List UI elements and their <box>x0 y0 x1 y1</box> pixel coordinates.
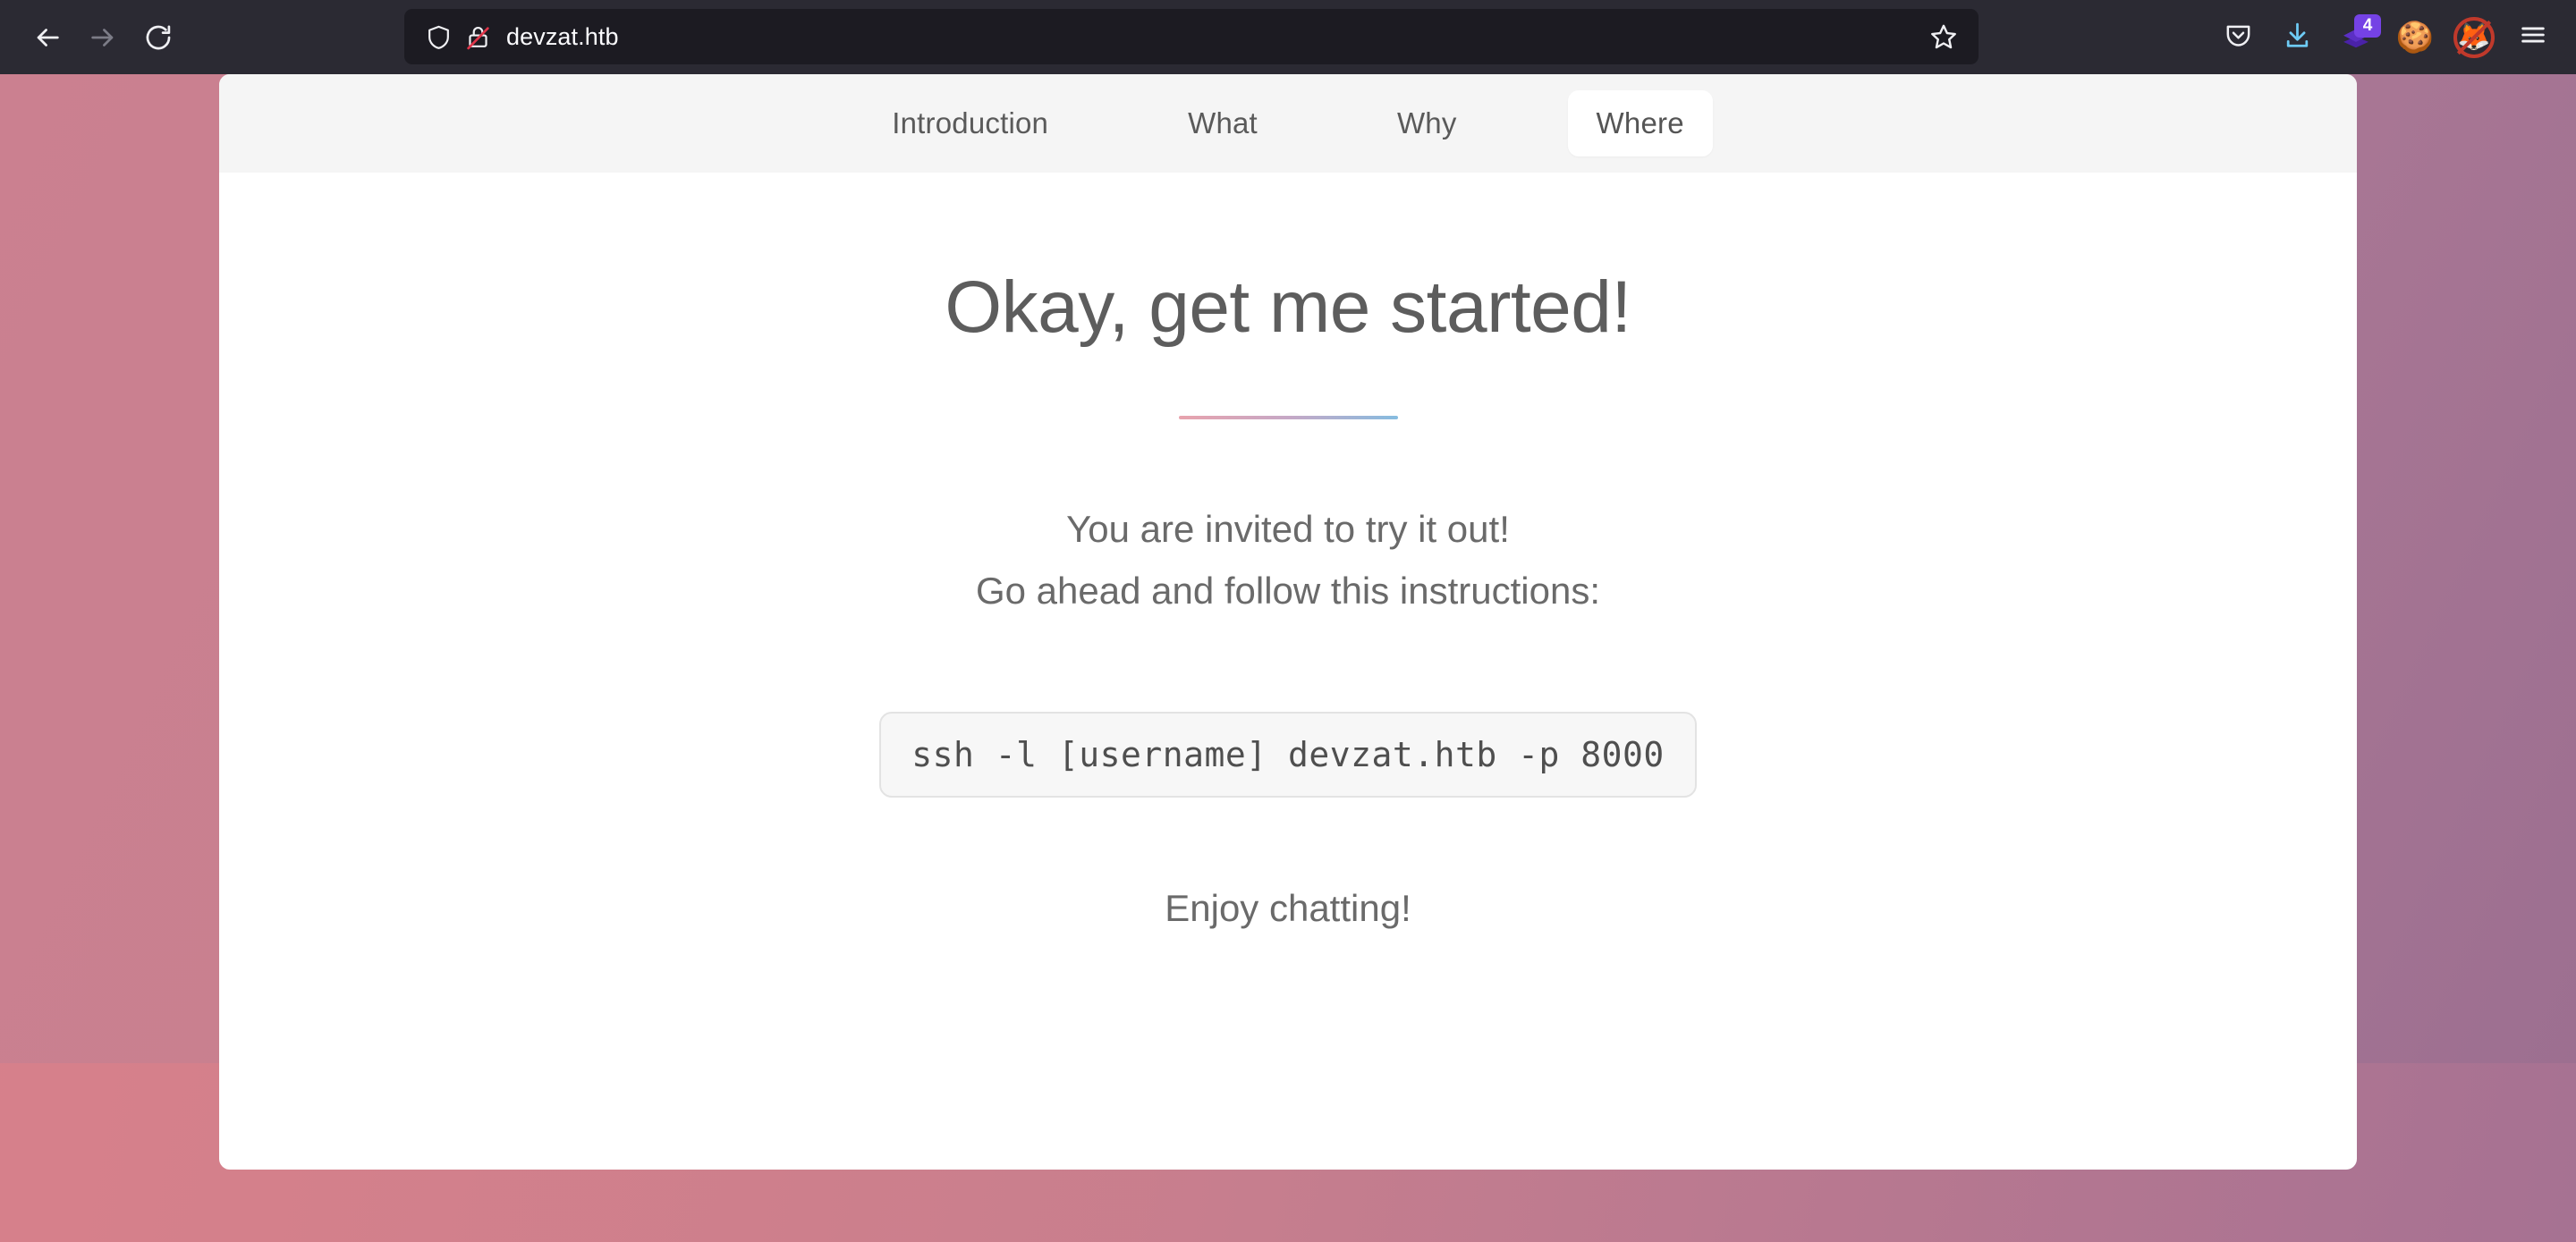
content-card: Introduction What Why Where Okay, get me… <box>219 74 2357 1170</box>
extension-button[interactable]: 4 <box>2329 11 2383 64</box>
toolbar-right-icons: 4 🍪 🦊 <box>2211 0 2560 74</box>
download-icon <box>2283 21 2312 55</box>
blocked-fox-button[interactable]: 🦊 <box>2447 11 2501 64</box>
lead-text-line-2: Go ahead and follow this instructions: <box>975 570 1601 613</box>
reload-icon <box>143 22 174 53</box>
nav-item-where[interactable]: Where <box>1567 90 1713 156</box>
nav-item-why[interactable]: Why <box>1368 90 1486 156</box>
forward-button[interactable] <box>75 10 131 65</box>
cookie-button[interactable]: 🍪 <box>2388 11 2442 64</box>
page-content: Okay, get me started! You are invited to… <box>219 173 2357 930</box>
url-text[interactable]: devzat.htb <box>506 23 1921 51</box>
pocket-icon <box>2224 21 2253 55</box>
back-arrow-icon <box>32 22 63 53</box>
hamburger-menu-icon <box>2518 20 2548 55</box>
app-menu-button[interactable] <box>2506 11 2560 64</box>
reload-button[interactable] <box>131 10 186 65</box>
browser-toolbar: devzat.htb 4 🍪 <box>0 0 2576 74</box>
nav-item-what[interactable]: What <box>1159 90 1286 156</box>
site-navbar: Introduction What Why Where <box>219 74 2357 173</box>
pocket-button[interactable] <box>2211 11 2265 64</box>
insecure-lock-icon[interactable] <box>458 17 497 56</box>
lead-text-line-1: You are invited to try it out! <box>1066 508 1510 550</box>
star-icon[interactable] <box>1921 14 1966 59</box>
blocked-fox-icon: 🦊 <box>2453 16 2495 58</box>
page-title: Okay, get me started! <box>945 266 1631 348</box>
shield-icon[interactable] <box>419 17 458 56</box>
nav-item-introduction[interactable]: Introduction <box>863 90 1077 156</box>
outro-text: Enjoy chatting! <box>1165 886 1411 929</box>
cookie-icon: 🍪 <box>2395 20 2435 55</box>
forward-arrow-icon <box>88 22 118 53</box>
back-button[interactable] <box>20 10 75 65</box>
page-viewport: Introduction What Why Where Okay, get me… <box>0 74 2576 1242</box>
url-bar[interactable]: devzat.htb <box>404 9 1979 64</box>
gradient-divider <box>1178 416 1398 419</box>
navigation-buttons <box>20 10 186 65</box>
command-container: ssh -l [username] devzat.htb -p 8000 <box>219 711 2357 798</box>
extension-badge: 4 <box>2354 13 2381 38</box>
downloads-button[interactable] <box>2270 11 2324 64</box>
ssh-command-code[interactable]: ssh -l [username] devzat.htb -p 8000 <box>879 711 1697 798</box>
